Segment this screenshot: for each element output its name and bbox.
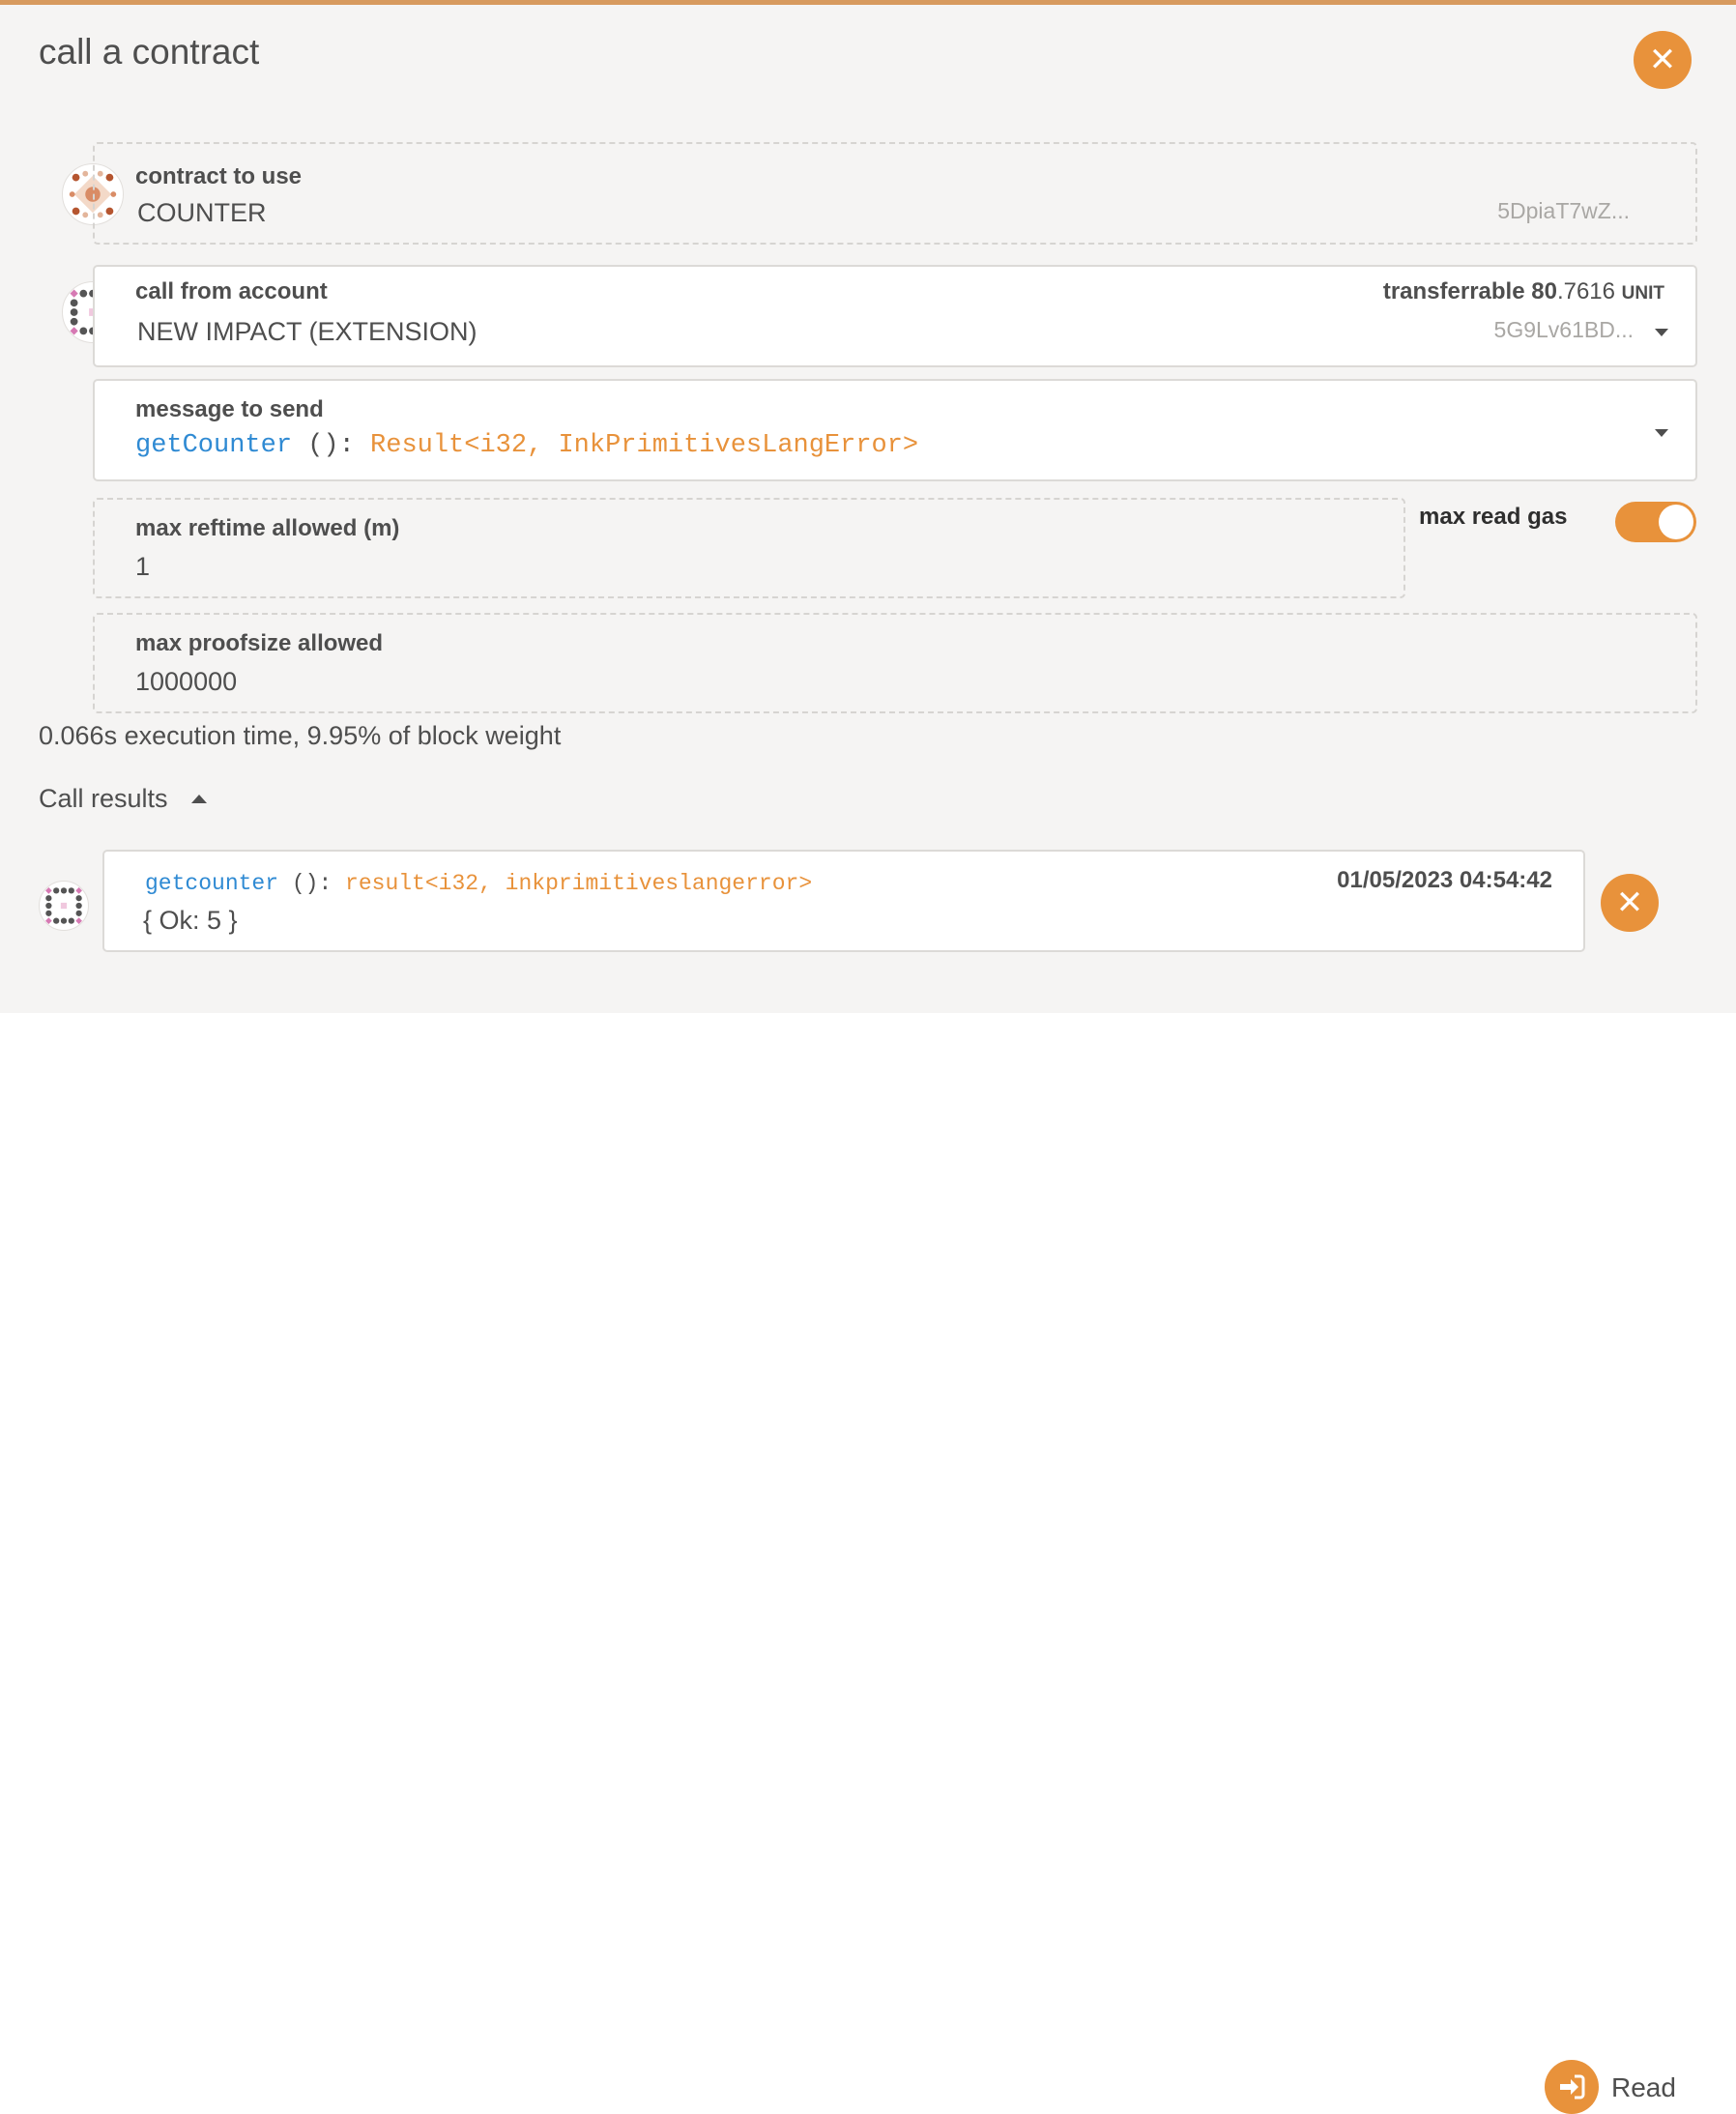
reftime-value: 1	[135, 552, 151, 581]
call-contract-modal: call a contract ✕ contract to use COUNTE…	[0, 5, 1736, 1013]
message-field-label: message to send	[135, 396, 324, 422]
proofsize-value: 1000000	[135, 667, 238, 696]
max-read-gas-label: max read gas	[1419, 504, 1568, 530]
execution-info: 0.066s execution time, 9.95% of block we…	[39, 721, 562, 750]
close-modal-button[interactable]: ✕	[1634, 31, 1692, 89]
result-timestamp: 01/05/2023 04:54:42	[1337, 867, 1552, 893]
result-identicon	[39, 881, 89, 931]
contract-field-label: contract to use	[135, 163, 303, 189]
identicon	[45, 887, 82, 924]
chevron-down-icon[interactable]	[1655, 329, 1668, 336]
max-proofsize-field: max proofsize allowed 1000000	[93, 613, 1697, 713]
toggle-knob	[1659, 505, 1693, 539]
close-icon: ✕	[1615, 884, 1644, 921]
result-signature: getcounter (): result<i32, inkprimitives…	[145, 871, 812, 896]
contract-address: 5DpiaT7wZ...	[1497, 198, 1630, 223]
read-button[interactable]	[1545, 2060, 1599, 2114]
balance-integer: 80	[1531, 278, 1557, 304]
chevron-up-icon	[190, 795, 207, 803]
close-icon: ✕	[1648, 42, 1677, 78]
contract-to-use-field: contract to use COUNTER 5DpiaT7wZ...	[93, 142, 1697, 245]
account-field-label: call from account	[135, 278, 328, 304]
max-read-gas-toggle[interactable]	[1615, 502, 1696, 542]
account-address: 5G9Lv61BD...	[1493, 317, 1634, 342]
message-to-send-field[interactable]: message to send getCounter (): Result<i3…	[93, 379, 1697, 481]
balance-decimals: .7616	[1556, 278, 1615, 304]
account-balance: transferrable 80.7616 UNIT	[1383, 278, 1664, 305]
account-name: NEW IMPACT (EXTENSION)	[137, 317, 477, 346]
message-args: ():	[292, 431, 371, 460]
read-button-label[interactable]: Read	[1611, 2072, 1676, 2103]
result-args: ():	[278, 871, 346, 896]
contract-name: COUNTER	[137, 198, 267, 227]
max-reftime-field[interactable]: max reftime allowed (m) 1	[93, 498, 1405, 598]
balance-label: transferrable	[1382, 278, 1525, 304]
message-return-type: Result<i32, InkPrimitivesLangError>	[370, 431, 919, 460]
modal-footer: Read	[0, 1013, 1736, 2114]
call-result-card: getcounter (): result<i32, inkprimitives…	[102, 850, 1585, 952]
proofsize-field-label: max proofsize allowed	[135, 630, 384, 656]
modal-title: call a contract	[39, 32, 260, 72]
message-method: getCounter	[135, 431, 293, 460]
call-from-account-field[interactable]: call from account NEW IMPACT (EXTENSION)…	[93, 265, 1697, 367]
chevron-down-icon[interactable]	[1655, 429, 1668, 437]
result-return-type: result<i32, inkprimitiveslangerror>	[345, 871, 813, 896]
remove-result-button[interactable]: ✕	[1601, 874, 1659, 932]
call-results-toggle[interactable]: Call results	[39, 784, 207, 814]
reftime-field-label: max reftime allowed (m)	[135, 515, 400, 541]
message-signature: getCounter (): Result<i32, InkPrimitives…	[135, 431, 918, 460]
call-results-title: Call results	[39, 784, 168, 813]
sign-in-icon	[1560, 2074, 1585, 2100]
balance-unit: UNIT	[1621, 283, 1664, 304]
result-method: getcounter	[145, 871, 279, 896]
result-output: { Ok: 5 }	[143, 906, 238, 935]
